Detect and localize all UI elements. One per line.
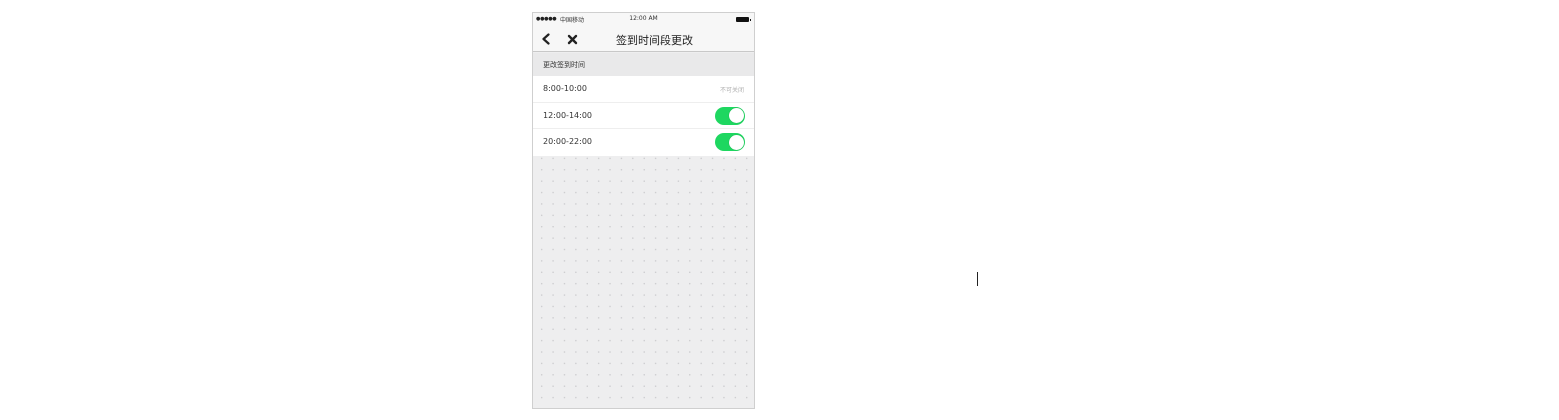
status-bar: ●●●●● 中国移动 12:00 AM [533, 13, 754, 26]
navigation-bar: 签到时间段更改 [533, 26, 754, 52]
phone-screen: ●●●●● 中国移动 12:00 AM 签到时间段更改 更改签到时间 8:00-… [532, 12, 755, 409]
toggle-knob [728, 134, 744, 150]
not-closable-note: 不可关闭 [719, 87, 744, 94]
time-slot-toggle[interactable] [715, 106, 745, 125]
section-header-label: 更改签到时间 [543, 61, 585, 69]
text-cursor [977, 272, 978, 286]
battery-icon [736, 17, 751, 22]
section-header: 更改签到时间 [533, 53, 754, 76]
toggle-knob [728, 108, 744, 124]
status-time: 12:00 AM [629, 15, 658, 22]
time-slot-row: 8:00-10:00 不可关闭 [533, 76, 754, 103]
time-slot-toggle[interactable] [715, 133, 745, 152]
time-slot-label: 20:00-22:00 [543, 137, 592, 147]
time-slot-label: 12:00-14:00 [543, 110, 592, 120]
page-title: 签到时间段更改 [616, 34, 693, 47]
time-slot-row: 20:00-22:00 [533, 129, 754, 156]
time-slot-label: 8:00-10:00 [543, 84, 587, 93]
time-slot-row: 12:00-14:00 [533, 103, 754, 130]
time-slot-list: 8:00-10:00 不可关闭 12:00-14:00 20:00-22:00 [533, 76, 754, 156]
